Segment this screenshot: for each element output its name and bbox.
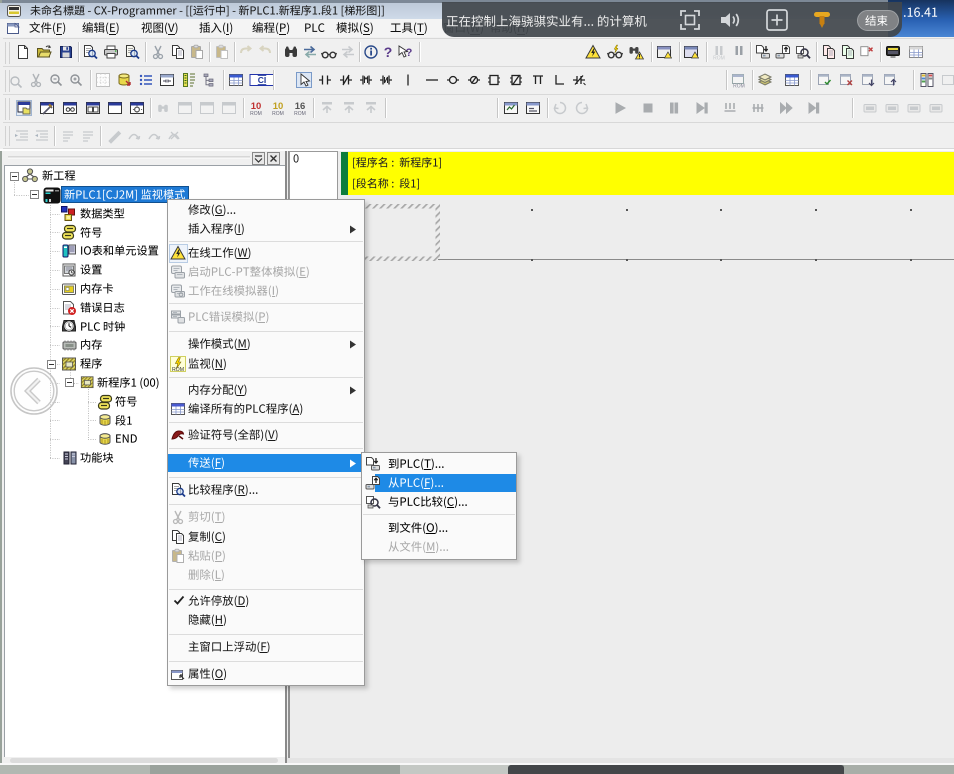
svg-text:?: ? bbox=[406, 47, 413, 59]
svg-text:ROM: ROM bbox=[250, 111, 262, 116]
svg-text:?: ? bbox=[384, 44, 393, 60]
svg-text:ROM: ROM bbox=[172, 367, 184, 372]
svg-text:ROM: ROM bbox=[733, 84, 745, 89]
svg-text:ROM: ROM bbox=[272, 111, 284, 116]
svg-text:CI: CI bbox=[258, 75, 267, 85]
svg-text:ROM: ROM bbox=[713, 56, 725, 61]
svg-text:ROM: ROM bbox=[294, 111, 306, 116]
